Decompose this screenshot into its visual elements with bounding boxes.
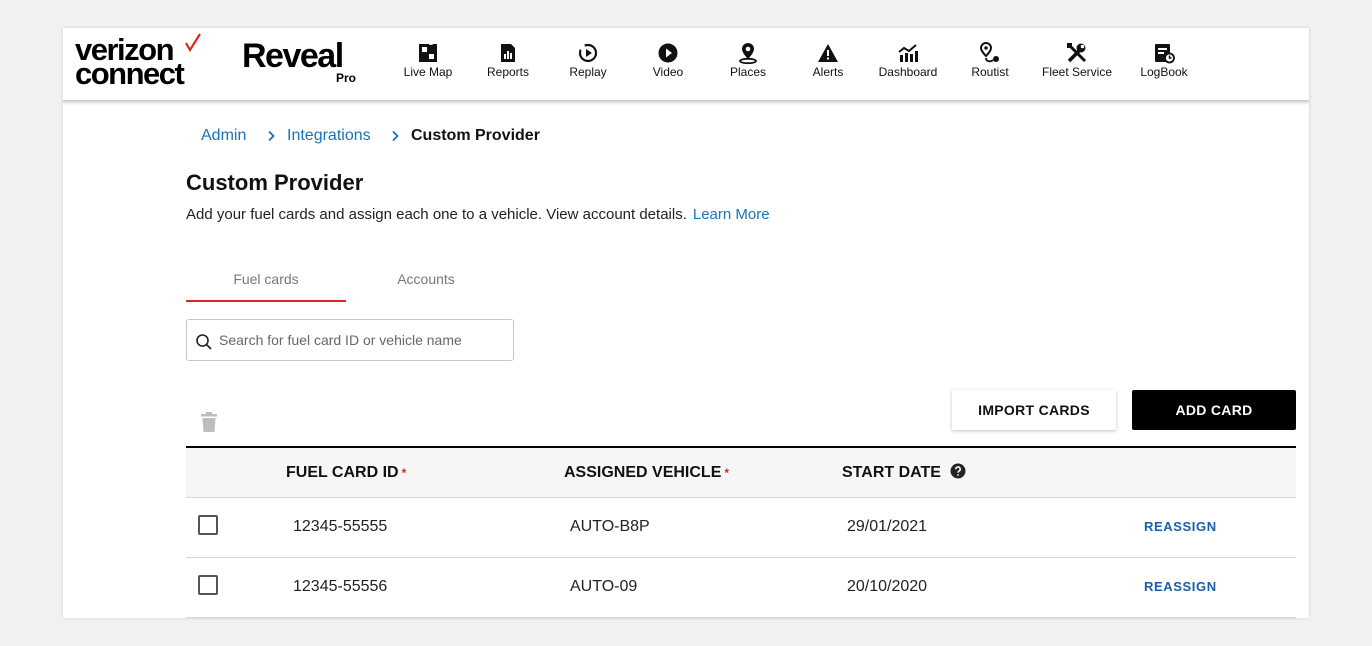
- nav-label: Places: [729, 65, 767, 79]
- required-mark: *: [401, 466, 407, 480]
- nav-label: Routist: [971, 65, 1009, 79]
- add-card-button[interactable]: ADD CARD: [1132, 390, 1296, 430]
- nav-item-reports[interactable]: Reports: [468, 40, 548, 90]
- route-icon: [979, 42, 999, 63]
- nav-label: Replay: [569, 65, 607, 79]
- reports-icon: [501, 44, 515, 62]
- tools-icon: [1067, 43, 1087, 63]
- column-header-start-date[interactable]: START DATE: [842, 463, 966, 483]
- places-pin-icon: [739, 43, 757, 64]
- cell-assigned-vehicle: AUTO-09: [570, 578, 638, 595]
- column-header-assigned-vehicle[interactable]: ASSIGNED VEHICLE *: [564, 463, 729, 483]
- learn-more-link[interactable]: Learn More: [693, 206, 770, 223]
- video-play-icon: [658, 43, 678, 63]
- breadcrumb-integrations[interactable]: Integrations: [287, 126, 371, 146]
- breadcrumb-current: Custom Provider: [411, 127, 540, 144]
- tab-fuel-cards[interactable]: Fuel cards: [186, 266, 346, 302]
- reveal-pro-logo[interactable]: Reveal Pro: [242, 37, 362, 87]
- nav-label: Alerts: [812, 65, 844, 79]
- column-header-fuel-card-id[interactable]: FUEL CARD ID *: [286, 463, 406, 483]
- verizon-check-icon: [185, 33, 201, 53]
- nav-label: Fleet Service: [1041, 65, 1113, 79]
- nav-item-replay[interactable]: Replay: [548, 40, 628, 90]
- description-text: Add your fuel cards and assign each one …: [186, 206, 687, 223]
- table-header: FUEL CARD ID * ASSIGNED VEHICLE * START DA…: [186, 446, 1296, 498]
- help-question-icon[interactable]: [950, 463, 966, 479]
- nav-item-video[interactable]: Video: [628, 40, 708, 90]
- tab-accounts[interactable]: Accounts: [346, 266, 506, 302]
- column-label: START DATE: [842, 464, 941, 481]
- breadcrumb-admin[interactable]: Admin: [201, 126, 246, 146]
- reassign-button[interactable]: REASSIGN: [1144, 579, 1217, 594]
- nav-item-places[interactable]: Places: [708, 40, 788, 90]
- nav-label: Video: [652, 65, 684, 79]
- tab-bar: Fuel cards Accounts: [186, 266, 506, 302]
- nav-item-dashboard[interactable]: Dashboard: [868, 40, 948, 90]
- table-row: 12345-55555 AUTO-B8P 29/01/2021 REASSIGN: [186, 498, 1296, 558]
- logbook-icon: [1155, 44, 1175, 64]
- page-description: Add your fuel cards and assign each one …: [186, 205, 770, 225]
- import-cards-button[interactable]: IMPORT CARDS: [952, 390, 1116, 430]
- replay-icon: [577, 43, 598, 63]
- cell-fuel-card-id: 12345-55555: [293, 518, 388, 535]
- search-box: [186, 319, 514, 361]
- top-nav-bar: verizon connect Reveal Pro Live Map Repo…: [63, 28, 1309, 101]
- verizon-connect-logo[interactable]: verizon connect: [75, 33, 205, 91]
- chevron-right-icon: [268, 130, 275, 142]
- nav-item-routist[interactable]: Routist: [950, 40, 1030, 90]
- nav-label: Dashboard: [878, 65, 938, 79]
- nav-item-alerts[interactable]: Alerts: [788, 40, 868, 90]
- nav-label: LogBook: [1140, 65, 1188, 79]
- required-mark: *: [724, 466, 730, 480]
- logo-line-2: connect: [75, 56, 185, 91]
- search-input[interactable]: [217, 320, 507, 360]
- column-label: ASSIGNED VEHICLE: [564, 464, 722, 481]
- page-title: Custom Provider: [186, 170, 364, 195]
- cell-start-date: 29/01/2021: [847, 518, 928, 535]
- nav-item-live-map[interactable]: Live Map: [388, 40, 468, 90]
- product-tier: Pro: [335, 71, 356, 85]
- table-row: 12345-55556 AUTO-09 20/10/2020 REASSIGN: [186, 558, 1296, 618]
- cell-start-date: 20/10/2020: [847, 578, 928, 595]
- search-icon: [196, 334, 212, 350]
- row-checkbox[interactable]: [198, 575, 218, 595]
- app-window: verizon connect Reveal Pro Live Map Repo…: [63, 28, 1309, 618]
- dashboard-chart-icon: [898, 44, 918, 62]
- map-icon: [419, 42, 437, 62]
- chevron-right-icon: [392, 130, 399, 142]
- column-label: FUEL CARD ID: [286, 464, 399, 481]
- nav-label: Live Map: [403, 65, 453, 79]
- trash-icon[interactable]: [198, 411, 220, 433]
- row-checkbox[interactable]: [198, 515, 218, 535]
- reassign-button[interactable]: REASSIGN: [1144, 519, 1217, 534]
- cell-fuel-card-id: 12345-55556: [293, 578, 388, 595]
- nav-item-fleet-service[interactable]: Fleet Service: [1037, 40, 1117, 90]
- cell-assigned-vehicle: AUTO-B8P: [570, 518, 650, 535]
- product-name: Reveal: [242, 37, 344, 75]
- nav-item-logbook[interactable]: LogBook: [1124, 40, 1204, 90]
- alert-icon: [818, 44, 838, 62]
- nav-label: Reports: [486, 65, 530, 79]
